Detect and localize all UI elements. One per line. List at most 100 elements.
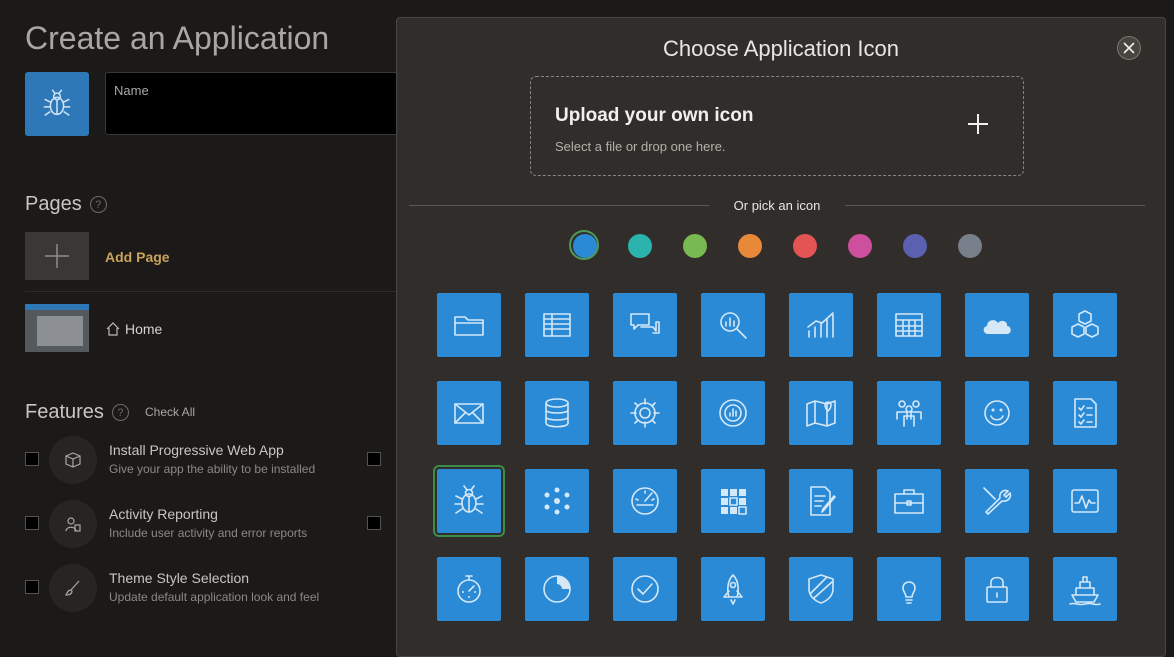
ship-icon xyxy=(1069,576,1101,606)
bar-chart-icon xyxy=(807,312,834,338)
icon-option[interactable] xyxy=(613,293,677,357)
check-all-link[interactable]: Check All xyxy=(145,405,195,419)
box-icon xyxy=(65,452,81,468)
feature-item: Install Progressive Web App Give your ap… xyxy=(25,436,385,484)
icon-option[interactable] xyxy=(877,469,941,533)
map-pin-icon xyxy=(806,400,836,427)
lightbulb-icon xyxy=(902,581,916,604)
checklist-icon xyxy=(1074,398,1097,428)
feature-name: Theme Style Selection xyxy=(109,570,250,586)
icon-option[interactable] xyxy=(437,293,501,357)
page-title: Create an Application xyxy=(25,20,330,56)
choose-icon-dialog: Choose Application Icon Upload your own … xyxy=(396,17,1166,657)
upload-dropzone[interactable]: Upload your own icon Select a file or dr… xyxy=(530,76,1024,176)
brush-icon xyxy=(65,580,80,596)
icon-option[interactable] xyxy=(701,557,765,621)
color-swatch[interactable] xyxy=(903,234,927,258)
cloud-icon xyxy=(983,320,1011,334)
icon-option[interactable] xyxy=(525,469,589,533)
icon-option[interactable] xyxy=(877,557,941,621)
feature-description: Update default application look and feel xyxy=(109,590,320,604)
feature-checkbox[interactable] xyxy=(25,452,39,466)
gear-icon xyxy=(630,398,660,428)
color-swatch[interactable] xyxy=(683,234,707,258)
stopwatch-icon xyxy=(457,575,481,603)
color-swatch[interactable] xyxy=(738,234,762,258)
pages-title-text: Pages xyxy=(25,193,82,215)
feature-item: Activity Reporting Include user activity… xyxy=(25,500,385,548)
help-icon[interactable]: ? xyxy=(89,196,107,213)
feature-checkbox[interactable] xyxy=(367,516,381,530)
feature-checkbox[interactable] xyxy=(25,580,39,594)
icon-option[interactable] xyxy=(789,557,853,621)
icon-option[interactable] xyxy=(701,381,765,445)
icon-option[interactable] xyxy=(965,557,1029,621)
icon-option[interactable] xyxy=(525,557,589,621)
icon-option[interactable] xyxy=(613,557,677,621)
home-page-label: Home xyxy=(125,321,163,337)
icon-option[interactable] xyxy=(965,469,1029,533)
lock-icon xyxy=(986,576,1008,603)
bug-icon xyxy=(454,485,484,514)
chat-icon xyxy=(630,313,660,334)
feature-icon xyxy=(49,500,97,548)
color-swatch[interactable] xyxy=(569,230,599,260)
smiley-icon xyxy=(984,400,1010,426)
name-field[interactable]: Name xyxy=(105,72,405,135)
icon-option[interactable] xyxy=(1053,557,1117,621)
feature-checkbox[interactable] xyxy=(25,516,39,530)
icon-option[interactable] xyxy=(1053,293,1117,357)
divider xyxy=(25,291,405,292)
cubes-icon xyxy=(1071,310,1099,338)
icon-option[interactable] xyxy=(965,293,1029,357)
database-icon xyxy=(545,398,569,428)
color-swatch[interactable] xyxy=(958,234,982,258)
icon-option[interactable] xyxy=(701,293,765,357)
feature-description: Give your app the ability to be installe… xyxy=(109,462,316,476)
pie-chart-icon xyxy=(543,575,571,603)
icon-option[interactable] xyxy=(877,293,941,357)
color-swatch[interactable] xyxy=(793,234,817,258)
feature-icon xyxy=(49,564,97,612)
donut-chart-icon xyxy=(719,399,747,427)
color-swatch[interactable] xyxy=(628,234,652,258)
pages-section-title: Pages ? xyxy=(25,193,107,216)
home-page-thumbnail[interactable] xyxy=(25,304,89,352)
icon-option[interactable] xyxy=(433,465,505,537)
search-chart-icon xyxy=(720,312,747,339)
icon-option[interactable] xyxy=(525,381,589,445)
icon-option[interactable] xyxy=(613,381,677,445)
icon-option[interactable] xyxy=(789,469,853,533)
add-page-link[interactable]: Add Page xyxy=(105,249,170,265)
features-section-title: Features ? xyxy=(25,401,129,424)
icon-option[interactable] xyxy=(789,381,853,445)
feature-checkbox[interactable] xyxy=(367,452,381,466)
icon-option[interactable] xyxy=(613,469,677,533)
name-input[interactable] xyxy=(114,105,398,123)
app-icon-preview[interactable] xyxy=(25,72,89,136)
features-title-text: Features xyxy=(25,401,104,423)
plus-icon xyxy=(45,244,69,268)
icon-option[interactable] xyxy=(877,381,941,445)
thumbnail-header xyxy=(25,304,89,310)
plus-icon xyxy=(968,114,988,134)
edit-document-icon xyxy=(810,486,836,516)
add-page-button[interactable] xyxy=(25,232,89,280)
feature-item: Theme Style Selection Update default app… xyxy=(25,564,385,612)
icon-option[interactable] xyxy=(437,557,501,621)
table-icon xyxy=(543,313,571,337)
tools-icon xyxy=(983,487,1012,515)
icon-option[interactable] xyxy=(1053,469,1117,533)
icon-option[interactable] xyxy=(437,381,501,445)
help-icon[interactable]: ? xyxy=(111,404,129,421)
icon-option[interactable] xyxy=(1053,381,1117,445)
icon-option[interactable] xyxy=(525,293,589,357)
color-swatch[interactable] xyxy=(848,234,872,258)
icon-option[interactable] xyxy=(789,293,853,357)
icon-grid xyxy=(433,293,1117,621)
icon-option[interactable] xyxy=(701,469,765,533)
icon-option[interactable] xyxy=(965,381,1029,445)
home-page-item[interactable]: Home xyxy=(105,321,162,337)
close-button[interactable] xyxy=(1117,36,1141,60)
folder-icon xyxy=(454,316,484,336)
